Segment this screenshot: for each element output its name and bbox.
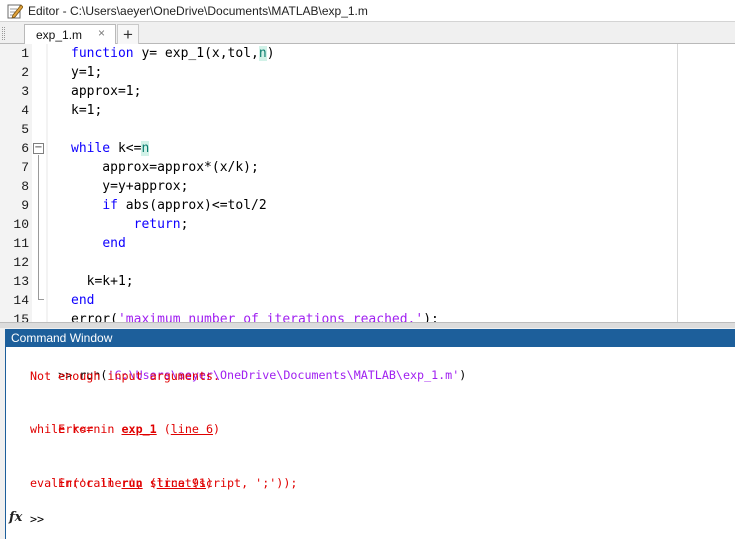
code-text: k=1; xyxy=(71,101,102,120)
line-number: 9 xyxy=(21,198,29,213)
code-token-kw: if xyxy=(102,198,118,213)
code-token-a: y=y+approx; xyxy=(71,179,189,194)
code-token-a: k<= xyxy=(110,141,142,156)
error-location-2: Error in run (line 91) xyxy=(30,456,213,490)
code-token-pre xyxy=(71,236,102,251)
code-line[interactable]: 14 end xyxy=(0,291,677,310)
close-tab-icon[interactable]: × xyxy=(98,26,105,40)
code-token-hl: n xyxy=(141,141,150,156)
right-margin-line xyxy=(677,44,678,326)
error-sep: ( xyxy=(156,422,171,436)
code-text: k=k+1; xyxy=(71,272,134,291)
error-line-link-6[interactable]: line 6 xyxy=(171,422,213,436)
line-number: 1 xyxy=(21,46,29,61)
line-number: 3 xyxy=(21,84,29,99)
code-token-kw: return xyxy=(133,217,181,232)
code-line[interactable]: 8 y=y+approx; xyxy=(0,177,677,196)
error-func-link-exp-1[interactable]: exp_1 xyxy=(122,422,157,436)
code-token-kw: while xyxy=(71,141,111,156)
code-line[interactable]: 7 approx=approx*(x/k); xyxy=(0,158,677,177)
fold-range-end xyxy=(38,299,44,300)
error-message: Not enough input arguments. xyxy=(30,369,220,383)
code-token-a: k=1; xyxy=(71,103,103,118)
editor-tab-strip: exp_1.m × + xyxy=(0,22,735,45)
code-token-a: approx=approx*(x/k); xyxy=(71,160,259,175)
tab-grip-handle[interactable] xyxy=(2,27,5,40)
command-window-header: Command Window xyxy=(5,329,735,347)
code-text: end xyxy=(71,234,126,253)
code-line[interactable]: 1 function y= exp_1(x,tol,n) xyxy=(0,44,677,63)
code-token-a: abs(approx)<=tol/2 xyxy=(117,198,267,213)
error-code-2: evalin('caller', strcat(script, ';')); xyxy=(30,476,298,490)
tab-exp-1[interactable]: exp_1.m × xyxy=(24,24,116,45)
code-line[interactable]: 3 approx=1; xyxy=(0,82,677,101)
fold-collapse-icon[interactable]: − xyxy=(33,143,44,154)
command-prompt-input[interactable]: >> xyxy=(30,510,720,528)
code-text: approx=1; xyxy=(71,82,141,101)
line-number: 2 xyxy=(21,65,29,80)
line-number: 6 xyxy=(21,141,29,156)
code-token-kw: end xyxy=(71,293,95,308)
line-number: 5 xyxy=(21,122,29,137)
code-line[interactable]: 9 if abs(approx)<=tol/2 xyxy=(0,196,677,215)
code-line[interactable]: 12 xyxy=(0,253,677,272)
code-line[interactable]: 4 k=1; xyxy=(0,101,677,120)
line-number: 8 xyxy=(21,179,29,194)
code-token-pre xyxy=(71,198,102,213)
fold-range-line xyxy=(38,155,39,299)
code-text: return; xyxy=(71,215,189,234)
code-token-kw: function xyxy=(71,46,134,61)
code-token-pre xyxy=(71,217,134,232)
editor-title: Editor - C:\Users\aeyer\OneDrive\Documen… xyxy=(28,3,368,18)
function-browser-icon[interactable]: fx xyxy=(9,510,22,525)
code-line[interactable]: 2 y=1; xyxy=(0,63,677,82)
error-close: ) xyxy=(213,422,221,436)
line-number: 10 xyxy=(13,217,29,232)
editor-titlebar: Editor - C:\Users\aeyer\OneDrive\Documen… xyxy=(0,0,735,22)
line-number: 14 xyxy=(13,293,29,308)
code-token-a: ; xyxy=(180,217,189,232)
code-editor[interactable]: 1 function y= exp_1(x,tol,n) 2 y=1; 3 approx=… xyxy=(0,44,735,326)
fx-label: fx xyxy=(9,510,23,525)
code-line[interactable]: 10 return; xyxy=(0,215,677,234)
run-command-line: >> run('C:\Users\aeyer\OneDrive\Document… xyxy=(30,348,466,382)
run-close: ) xyxy=(459,368,467,382)
code-token-a: y=1; xyxy=(71,65,103,80)
new-tab-button[interactable]: + xyxy=(117,24,139,44)
code-text: if abs(approx)<=tol/2 xyxy=(71,196,267,215)
error-code-1: while k<=n xyxy=(30,422,101,436)
line-number: 13 xyxy=(13,274,29,289)
line-number: 11 xyxy=(13,236,29,251)
code-text: while k<=n xyxy=(71,139,150,158)
tab-label: exp_1.m xyxy=(36,28,83,42)
line-number: 12 xyxy=(13,255,29,270)
code-token-a: y= exp_1(x,tol, xyxy=(133,46,259,61)
code-line[interactable]: 13 k=k+1; xyxy=(0,272,677,291)
code-text: y=1; xyxy=(71,63,102,82)
code-line[interactable]: 6 while k<=n xyxy=(0,139,677,158)
code-line[interactable]: 11 end xyxy=(0,234,677,253)
editor-pencil-icon xyxy=(7,3,23,19)
code-text: approx=approx*(x/k); xyxy=(71,158,259,177)
code-token-a: k=k+1; xyxy=(71,274,134,289)
code-text: end xyxy=(71,291,94,310)
line-number: 7 xyxy=(21,160,29,175)
code-token-b: ) xyxy=(266,46,275,61)
code-text: y=y+approx; xyxy=(71,177,188,196)
code-text: function y= exp_1(x,tol,n) xyxy=(71,44,275,63)
error-location-1: Error in exp_1 (line 6) xyxy=(30,402,220,436)
code-token-hl: n xyxy=(258,46,267,61)
code-line[interactable]: 5 xyxy=(0,120,677,139)
line-number: 4 xyxy=(21,103,29,118)
code-token-a: approx=1; xyxy=(71,84,142,99)
code-token-kw: end xyxy=(102,236,126,251)
panel-splitter[interactable] xyxy=(0,322,735,328)
command-window-output[interactable]: >> run('C:\Users\aeyer\OneDrive\Document… xyxy=(5,347,735,539)
command-window-title: Command Window xyxy=(11,331,113,345)
